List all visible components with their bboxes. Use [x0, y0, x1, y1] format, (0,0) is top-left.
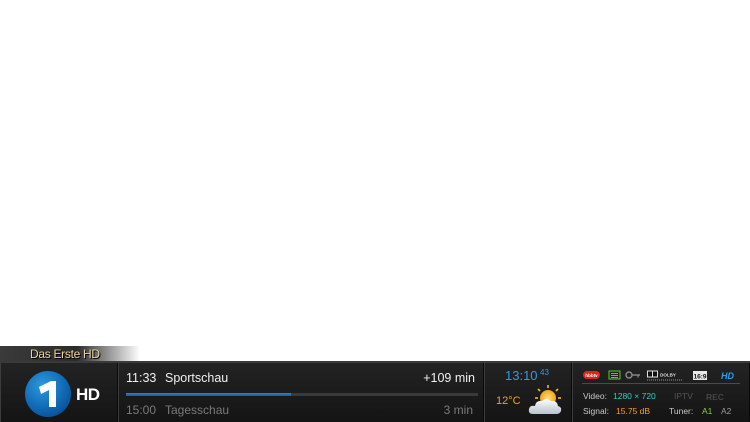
tuner-a1: A1: [702, 406, 713, 416]
channel-logo-panel: HD: [0, 363, 118, 422]
iptv-indicator: IPTV: [674, 391, 693, 401]
partly-cloudy-icon: [528, 385, 562, 414]
hd-badge-icon: HD: [721, 371, 734, 381]
now-program-title: Sportschau: [165, 371, 229, 385]
svg-text:DOLBY: DOLBY: [660, 373, 676, 378]
tuner-a2: A2: [721, 406, 732, 416]
program-progress-bar: [126, 393, 478, 396]
epg-panel: 11:33 Sportschau +109 min 15:00 Tagessch…: [118, 363, 484, 422]
svg-text:hbbtv: hbbtv: [585, 373, 598, 378]
next-start-time: 15:00: [126, 403, 157, 417]
next-remaining-time: 3 min: [443, 403, 473, 417]
weather-temperature: 12°C: [496, 395, 521, 407]
now-remaining-time: +109 min: [423, 371, 475, 385]
program-progress-fill: [126, 393, 292, 396]
hbbtv-icon: hbbtv: [583, 371, 600, 379]
rec-indicator: REC: [706, 392, 724, 402]
clock-time: 13:10: [505, 368, 538, 383]
signal-label: Signal:: [583, 406, 609, 416]
key-icon: [625, 371, 640, 379]
teletext-icon: [608, 370, 621, 380]
tech-divider: [582, 383, 740, 384]
video-resolution: 1280 × 720: [613, 391, 656, 401]
channel-logo-hd: HD: [76, 385, 100, 404]
ard-one-icon: [39, 381, 56, 407]
dolby-icon: DOLBY: [647, 370, 683, 381]
video-label: Video:: [583, 391, 607, 401]
svg-text:16:9: 16:9: [693, 374, 706, 381]
tech-icons-row: hbbtv DOLBY 16:9 HD: [583, 370, 734, 381]
clock-weather-panel: 13:10 43 12°C: [484, 363, 572, 422]
channel-name-tab: Das Erste HD: [0, 346, 140, 362]
signal-value: 15.75 dB: [616, 406, 651, 416]
svg-text:HD: HD: [721, 371, 734, 381]
infobar: HD 11:33 Sportschau +109 min 15:00 Tages…: [0, 361, 750, 422]
tuner-label: Tuner:: [669, 406, 694, 416]
aspect-ratio-icon: 16:9: [693, 371, 707, 381]
clock-seconds: 43: [540, 368, 549, 377]
tech-info-panel: hbbtv DOLBY 16:9 HD Video: 1280 × 720 IP…: [572, 363, 750, 422]
now-start-time: 11:33: [126, 371, 157, 385]
next-program-title: Tagesschau: [165, 403, 230, 417]
channel-name: Das Erste HD: [30, 347, 100, 361]
